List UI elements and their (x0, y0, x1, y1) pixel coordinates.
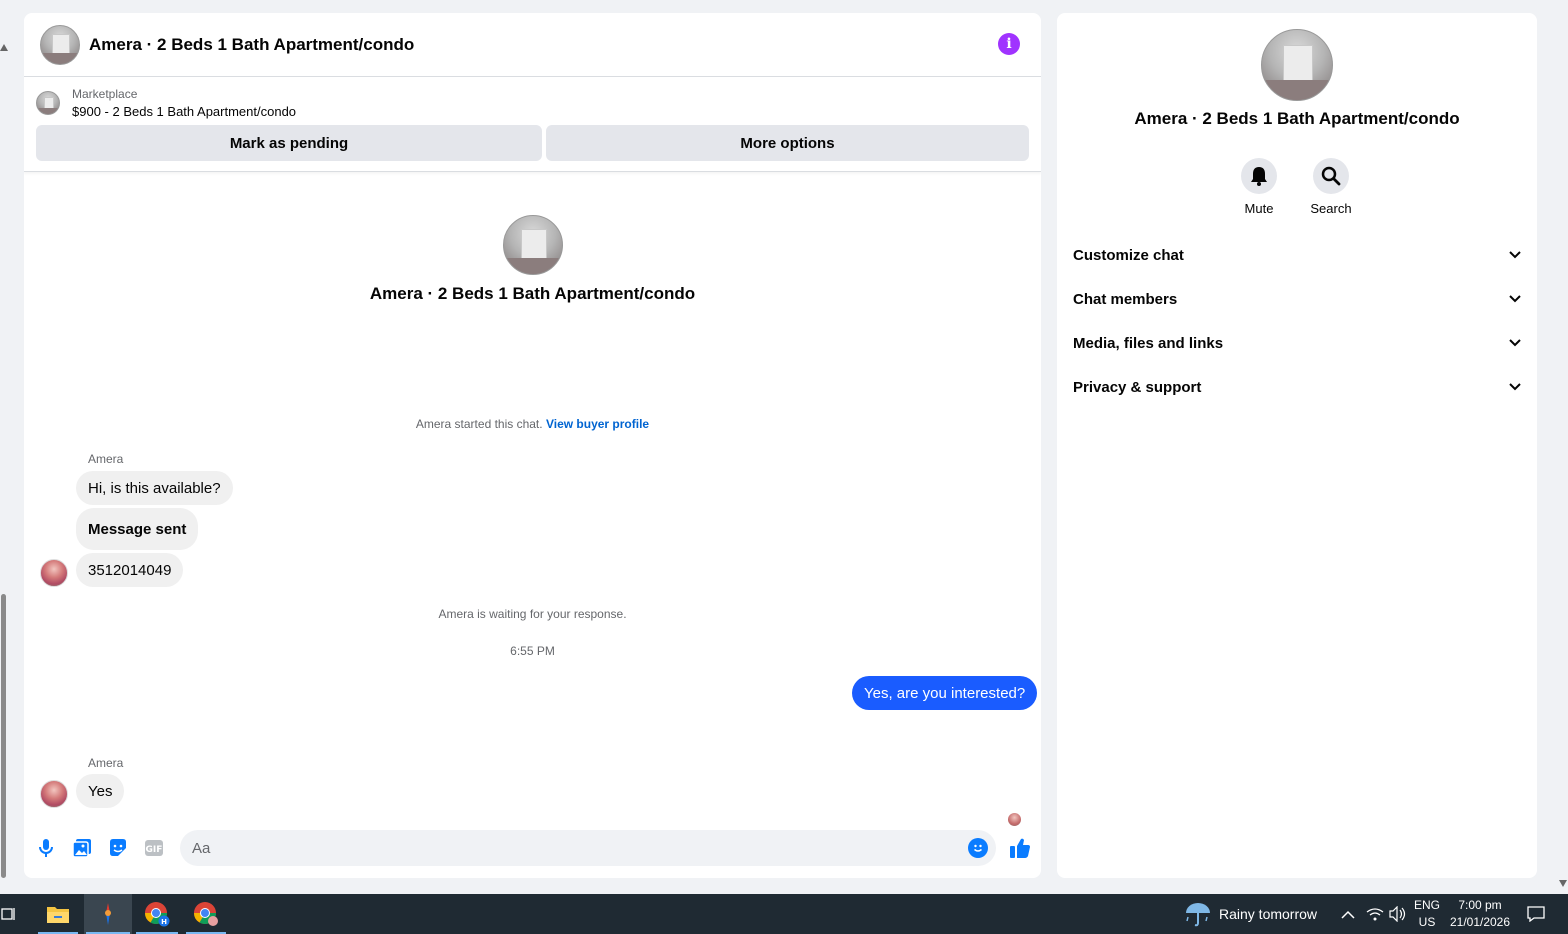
sender-avatar[interactable] (40, 780, 68, 808)
emoji-icon[interactable] (968, 838, 988, 858)
gif-icon[interactable]: GIF (144, 838, 164, 858)
photo-icon[interactable] (72, 838, 92, 858)
view-buyer-profile-link[interactable]: View buyer profile (546, 417, 649, 431)
thumbs-up-icon[interactable] (1008, 836, 1032, 860)
svg-text:GIF: GIF (146, 845, 163, 855)
mute-label: Mute (1244, 201, 1274, 216)
mute-button[interactable]: Mute (1229, 158, 1289, 216)
marketplace-listing-bar: Marketplace $900 - 2 Beds 1 Bath Apartme… (24, 77, 1041, 172)
incoming-message[interactable]: Message sent (76, 508, 199, 550)
sender-name: Amera (88, 756, 124, 770)
search-button[interactable]: Search (1301, 158, 1361, 216)
clock-time: 7:00 pm (1458, 898, 1502, 912)
page-scrollbar-right[interactable] (1558, 0, 1568, 894)
sender-name: Amera (88, 452, 124, 466)
taskbar-app-icon[interactable] (84, 894, 132, 934)
language-code: ENG (1413, 898, 1440, 912)
outgoing-message[interactable]: Yes, are you interested? (852, 676, 1038, 710)
clock-date: 21/01/2026 (1449, 915, 1511, 929)
info-icon[interactable]: i (998, 33, 1020, 55)
weather-text: Rainy tomorrow (1219, 906, 1318, 922)
mark-as-pending-button[interactable]: Mark as pending (36, 125, 542, 161)
region-code: US (1418, 915, 1436, 929)
marketplace-label: Marketplace (72, 87, 138, 101)
message-timestamp: 6:55 PM (510, 644, 555, 658)
chat-details-panel: Amera · 2 Beds 1 Bath Apartment/condo Mu… (1057, 13, 1537, 878)
chevron-up-icon[interactable] (1338, 894, 1358, 934)
seen-indicator-avatar (1008, 813, 1021, 826)
notification-icon[interactable] (1522, 894, 1550, 934)
chevron-down-icon (1509, 383, 1521, 391)
chevron-down-icon (1509, 251, 1521, 259)
conversation-intro-title: Amera · 2 Beds 1 Bath Apartment/condo (369, 284, 696, 303)
chevron-down-icon (1509, 339, 1521, 347)
wifi-icon[interactable] (1364, 894, 1386, 934)
search-label: Search (1310, 201, 1352, 216)
listing-price-title[interactable]: $900 - 2 Beds 1 Bath Apartment/condo (72, 104, 296, 119)
volume-icon[interactable] (1386, 894, 1408, 934)
waiting-notice: Amera is waiting for your response. (438, 607, 627, 621)
microphone-icon[interactable] (36, 838, 56, 858)
message-composer: GIF (24, 828, 1041, 868)
search-icon[interactable] (1313, 158, 1349, 194)
scrollbar-thumb[interactable] (1, 594, 6, 878)
incoming-message[interactable]: 3512014049 (76, 553, 184, 587)
section-privacy-support[interactable]: Privacy & support (1065, 367, 1529, 407)
umbrella-rain-icon (1186, 903, 1210, 927)
sticker-icon[interactable] (108, 838, 128, 858)
sender-avatar[interactable] (40, 559, 68, 587)
section-label: Chat members (1073, 290, 1178, 308)
chat-started-notice: Amera started this chat. View buyer prof… (24, 417, 1041, 431)
section-label: Media, files and links (1073, 334, 1224, 352)
details-avatar[interactable] (1261, 29, 1333, 101)
message-input-box[interactable] (180, 830, 996, 866)
more-options-button[interactable]: More options (546, 125, 1029, 161)
windows-taskbar: H Rainy tomorrow ENG US 7:00 pm 21/01/20… (0, 894, 1568, 934)
section-label: Customize chat (1073, 246, 1184, 264)
file-explorer-icon[interactable] (36, 894, 80, 934)
message-list[interactable]: Amera · 2 Beds 1 Bath Apartment/condo Am… (24, 188, 1041, 828)
chevron-down-icon (1509, 295, 1521, 303)
section-customize-chat[interactable]: Customize chat (1065, 235, 1529, 275)
scroll-down-arrow[interactable] (1559, 880, 1567, 887)
conversation-intro-avatar (503, 215, 563, 275)
listing-thumbnail[interactable] (36, 91, 60, 115)
page-scrollbar-left[interactable] (0, 0, 8, 894)
section-label: Privacy & support (1073, 378, 1202, 396)
listing-avatar[interactable] (40, 24, 80, 65)
section-media-files-links[interactable]: Media, files and links (1065, 323, 1529, 363)
section-chat-members[interactable]: Chat members (1065, 279, 1529, 319)
chrome-icon[interactable] (184, 894, 228, 934)
chat-header: Amera · 2 Beds 1 Bath Apartment/condo i (24, 13, 1041, 77)
chat-panel: Amera · 2 Beds 1 Bath Apartment/condo i … (24, 13, 1041, 878)
system-clock[interactable]: 7:00 pm 21/01/2026 (1446, 894, 1514, 934)
incoming-message[interactable]: Hi, is this available? (76, 471, 233, 505)
language-indicator[interactable]: ENG US (1410, 894, 1444, 934)
bell-icon[interactable] (1241, 158, 1277, 194)
message-input[interactable] (192, 839, 952, 857)
chrome-profile-icon[interactable]: H (134, 894, 180, 934)
scroll-up-arrow[interactable] (0, 44, 8, 51)
svg-text:H: H (161, 918, 167, 926)
task-view-icon[interactable] (0, 894, 18, 934)
chat-title[interactable]: Amera · 2 Beds 1 Bath Apartment/condo (89, 35, 414, 55)
chat-started-text: Amera started this chat. (415, 417, 543, 431)
incoming-message[interactable]: Yes (76, 774, 125, 808)
weather-widget[interactable]: Rainy tomorrow (1184, 894, 1324, 934)
details-title: Amera · 2 Beds 1 Bath Apartment/condo (1134, 109, 1460, 128)
